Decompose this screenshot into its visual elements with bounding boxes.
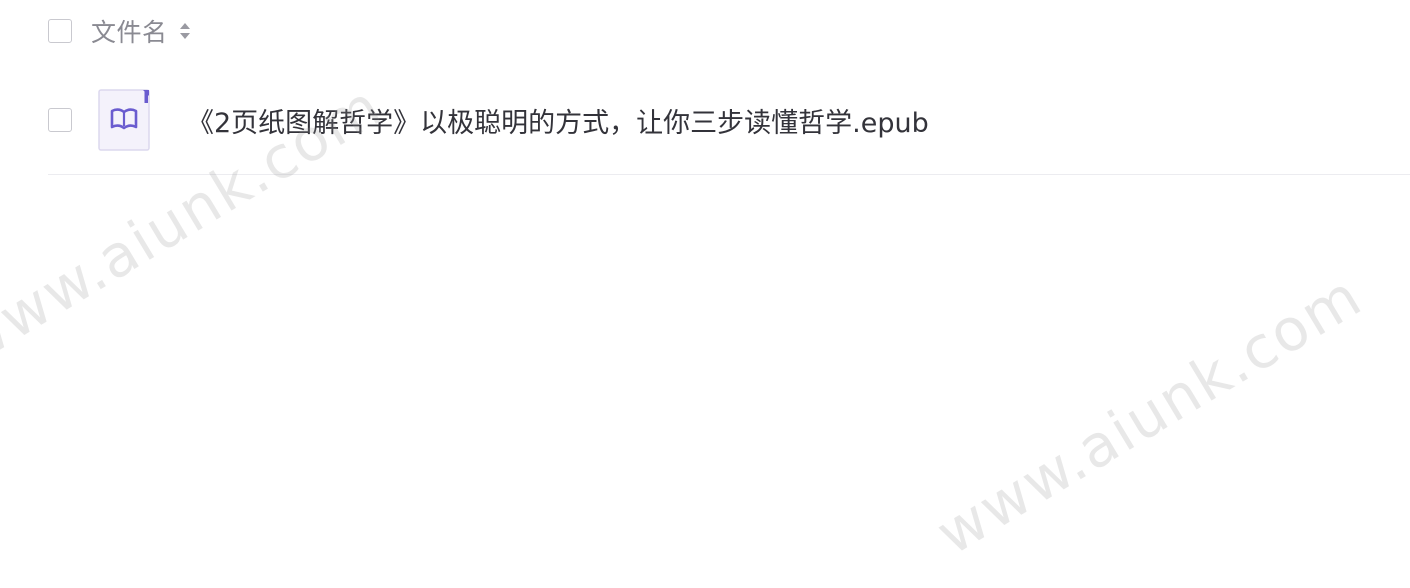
table-header: 文件名 bbox=[48, 14, 192, 48]
file-list-page: 文件名 《2页纸图解哲学》以极聪明的方式，让你三步读懂哲学.epub www.a… bbox=[0, 0, 1410, 588]
select-all-checkbox[interactable] bbox=[48, 19, 72, 43]
row-divider bbox=[48, 174, 1410, 175]
sort-icon[interactable] bbox=[178, 20, 192, 42]
watermark-text: www.aiunk.com bbox=[924, 261, 1374, 568]
table-row[interactable]: 《2页纸图解哲学》以极聪明的方式，让你三步读懂哲学.epub bbox=[48, 88, 1410, 152]
file-name-link[interactable]: 《2页纸图解哲学》以极聪明的方式，让你三步读懂哲学.epub bbox=[187, 101, 929, 140]
filename-column-header[interactable]: 文件名 bbox=[91, 13, 168, 49]
epub-book-icon bbox=[98, 89, 150, 151]
row-checkbox[interactable] bbox=[48, 108, 72, 132]
